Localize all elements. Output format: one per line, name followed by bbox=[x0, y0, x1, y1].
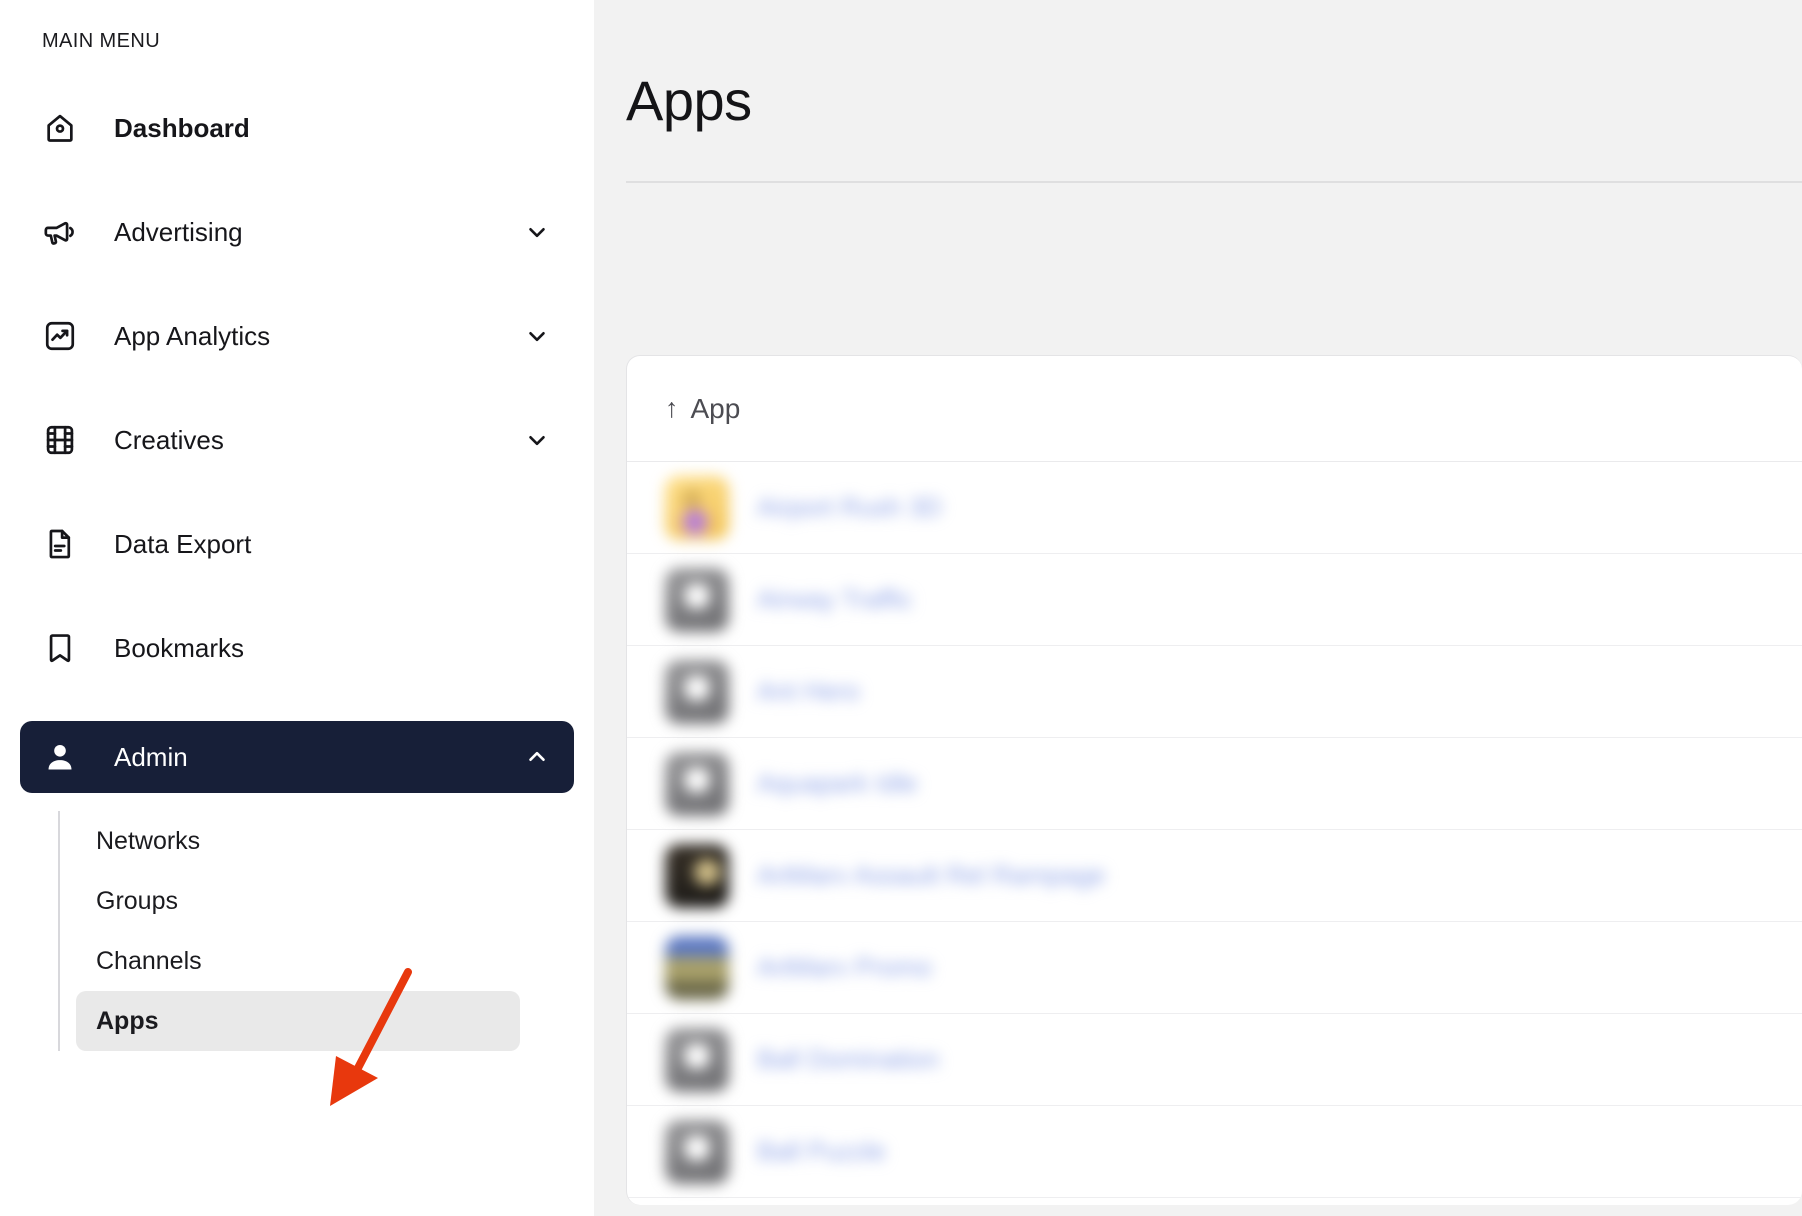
sidebar-subitem-groups[interactable]: Groups bbox=[76, 871, 594, 931]
app-name-link[interactable]: Airway Traffic bbox=[757, 584, 913, 615]
sidebar-section-label: MAIN MENU bbox=[42, 30, 161, 52]
sidebar-subitem-networks[interactable]: Networks bbox=[76, 811, 594, 871]
title-divider bbox=[626, 181, 1802, 183]
sidebar-item-label: Data Export bbox=[114, 528, 252, 559]
table-row[interactable]: Airport Rush 3D bbox=[627, 462, 1802, 554]
table-row[interactable]: Airway Traffic bbox=[627, 554, 1802, 646]
app-name-link[interactable]: Ant Hero bbox=[757, 676, 860, 707]
table-row[interactable]: Aquapark Idle bbox=[627, 738, 1802, 830]
subitem-label: Networks bbox=[96, 826, 201, 855]
app-icon bbox=[665, 751, 729, 816]
sidebar-item-app-analytics[interactable]: App Analytics bbox=[20, 305, 574, 367]
sidebar-nav-list: Dashboard Advertising App Analytics Crea… bbox=[0, 97, 594, 793]
sidebar-item-advertising[interactable]: Advertising bbox=[20, 201, 574, 263]
app-icon bbox=[665, 843, 729, 908]
app-icon bbox=[665, 1119, 729, 1184]
app-name-link[interactable]: Airport Rush 3D bbox=[757, 492, 942, 523]
page-title: Apps bbox=[626, 69, 752, 132]
sidebar-item-label: Advertising bbox=[114, 216, 243, 247]
app-icon bbox=[665, 1027, 729, 1092]
analytics-icon bbox=[42, 318, 78, 354]
app-icon bbox=[665, 475, 729, 540]
sidebar-item-label: Creatives bbox=[114, 424, 224, 455]
sidebar-item-label: Dashboard bbox=[114, 112, 250, 143]
table-header-row: ↑ App bbox=[627, 356, 1802, 462]
admin-submenu: Networks Groups Channels Apps bbox=[58, 811, 594, 1051]
app-name-link[interactable]: ArtMarv Promo bbox=[757, 952, 932, 983]
table-row[interactable]: Ball Domination bbox=[627, 1014, 1802, 1106]
sidebar-item-label: App Analytics bbox=[114, 320, 271, 351]
sort-ascending-icon[interactable]: ↑ bbox=[665, 395, 679, 422]
app-root: MAIN MENU Dashboard Advertising App Anal… bbox=[0, 0, 1802, 1216]
app-name-link[interactable]: ArtMarv Assault Rel Rampage bbox=[757, 860, 1105, 891]
sidebar-item-creatives[interactable]: Creatives bbox=[20, 409, 574, 471]
chevron-up-icon[interactable] bbox=[524, 744, 550, 770]
table-row[interactable]: ArtMarv Promo bbox=[627, 922, 1802, 1014]
app-name-link[interactable]: Ball Domination bbox=[757, 1044, 939, 1075]
home-icon bbox=[42, 110, 78, 146]
sidebar-subitem-channels[interactable]: Channels bbox=[76, 931, 594, 991]
column-header-app[interactable]: App bbox=[691, 393, 741, 425]
main-content: Apps ↑ App Airport Rush 3D Airway Traffi… bbox=[594, 0, 1802, 1216]
app-name-link[interactable]: Aquapark Idle bbox=[757, 768, 917, 799]
table-row[interactable]: Ball Puzzle bbox=[627, 1106, 1802, 1198]
app-icon bbox=[665, 567, 729, 632]
chevron-down-icon[interactable] bbox=[524, 219, 550, 245]
film-icon bbox=[42, 422, 78, 458]
sidebar-item-bookmarks[interactable]: Bookmarks bbox=[20, 617, 574, 679]
apps-table-card: ↑ App Airport Rush 3D Airway Traffic Ant… bbox=[626, 355, 1802, 1205]
table-row[interactable]: Ant Hero bbox=[627, 646, 1802, 738]
table-row[interactable]: ArtMarv Assault Rel Rampage bbox=[627, 830, 1802, 922]
chevron-down-icon[interactable] bbox=[524, 427, 550, 453]
sidebar-subitem-apps[interactable]: Apps bbox=[76, 991, 520, 1051]
sidebar-item-label: Bookmarks bbox=[114, 632, 245, 663]
user-icon bbox=[42, 739, 78, 775]
megaphone-icon bbox=[42, 214, 78, 250]
subitem-label: Apps bbox=[96, 1006, 159, 1035]
app-icon bbox=[665, 659, 729, 724]
app-icon bbox=[665, 935, 729, 1000]
bookmark-icon bbox=[42, 630, 78, 666]
sidebar-item-label: Admin bbox=[114, 741, 188, 772]
sidebar-item-data-export[interactable]: Data Export bbox=[20, 513, 574, 575]
subitem-label: Groups bbox=[96, 886, 178, 915]
sidebar-item-admin[interactable]: Admin bbox=[20, 721, 574, 793]
document-icon bbox=[42, 526, 78, 562]
chevron-down-icon[interactable] bbox=[524, 323, 550, 349]
app-name-link[interactable]: Ball Puzzle bbox=[757, 1136, 886, 1167]
sidebar: MAIN MENU Dashboard Advertising App Anal… bbox=[0, 0, 594, 1216]
sidebar-item-dashboard[interactable]: Dashboard bbox=[20, 97, 574, 159]
subitem-label: Channels bbox=[96, 946, 202, 975]
